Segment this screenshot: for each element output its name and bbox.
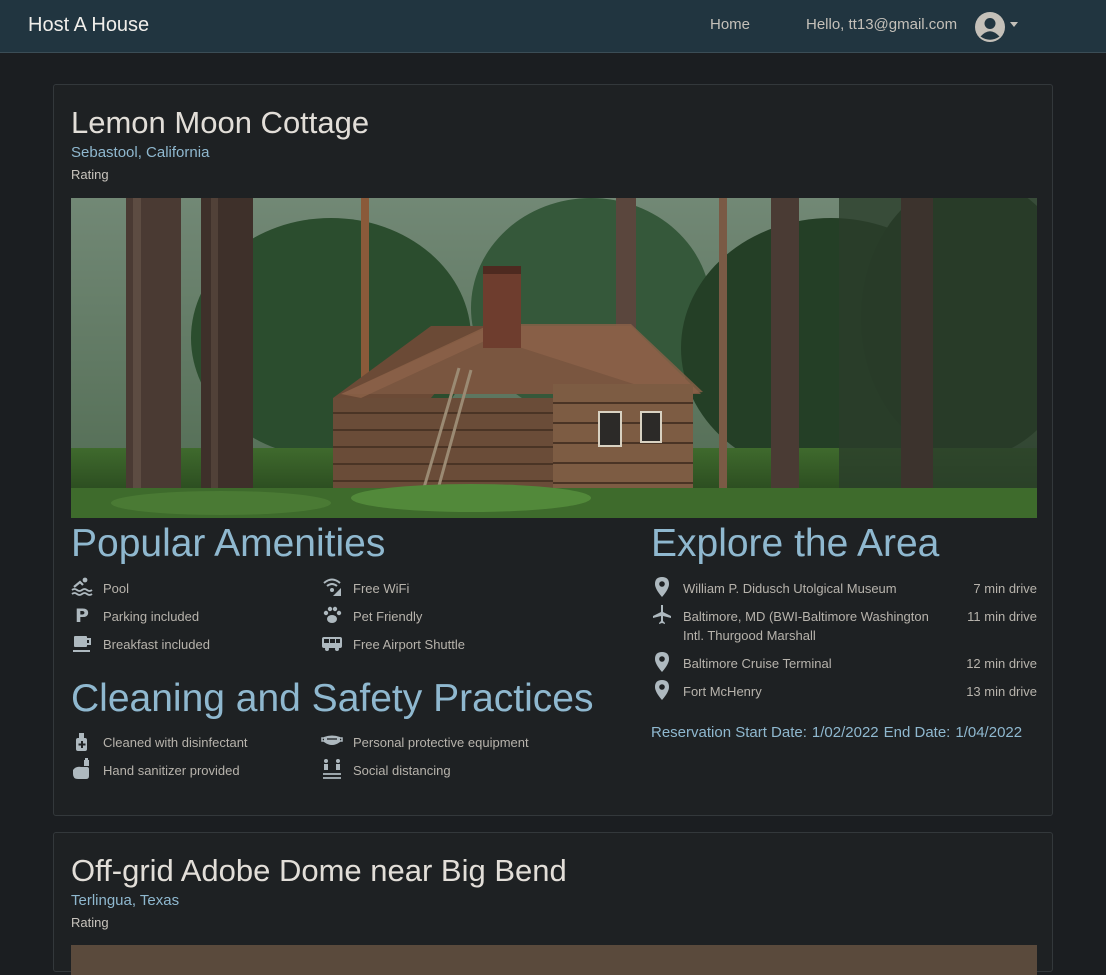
amenity-label: Parking included bbox=[103, 609, 200, 624]
listing-card: Lemon Moon Cottage Sebastool, California… bbox=[53, 84, 1053, 816]
nav-home-link[interactable]: Home bbox=[710, 16, 750, 33]
map-pin-icon bbox=[655, 680, 669, 700]
amenities-heading: Popular Amenities bbox=[71, 522, 386, 565]
place-distance: 11 min drive bbox=[967, 609, 1037, 624]
listing-photo bbox=[71, 198, 1037, 518]
listing-location: Terlingua, Texas bbox=[71, 892, 180, 909]
svg-text:P: P bbox=[75, 605, 89, 626]
map-pin-icon bbox=[655, 577, 669, 597]
explore-heading: Explore the Area bbox=[651, 522, 940, 565]
chevron-down-icon[interactable] bbox=[1010, 22, 1018, 27]
paw-icon bbox=[323, 606, 342, 623]
place-distance: 13 min drive bbox=[966, 684, 1037, 699]
hand-sanitizer-icon bbox=[73, 758, 89, 779]
cleaning-label: Cleaned with disinfectant bbox=[103, 735, 248, 750]
listing-card: Off-grid Adobe Dome near Big Bend Terlin… bbox=[53, 832, 1053, 975]
place-distance: 12 min drive bbox=[966, 656, 1037, 671]
place-name: Baltimore, MD (BWI-Baltimore Washington … bbox=[683, 609, 929, 643]
reservation-dates: Reservation Start Date: 1/02/2022 End Date… bbox=[651, 724, 1027, 741]
reservation-start-label: Reservation Start Date: bbox=[651, 724, 807, 741]
disinfectant-icon bbox=[76, 733, 87, 751]
place-name: Baltimore Cruise Terminal bbox=[683, 656, 832, 671]
coffee-icon bbox=[73, 636, 91, 652]
shuttle-icon bbox=[322, 637, 342, 651]
place-name: Fort McHenry bbox=[683, 684, 762, 699]
wifi-icon bbox=[323, 578, 341, 596]
place-distance: 7 min drive bbox=[973, 581, 1037, 596]
mask-icon bbox=[321, 735, 343, 745]
amenity-label: Free Airport Shuttle bbox=[353, 637, 465, 652]
listing-photo bbox=[71, 945, 1037, 975]
user-circle-icon[interactable] bbox=[975, 12, 1005, 42]
cleaning-label: Hand sanitizer provided bbox=[103, 763, 240, 778]
listing-title[interactable]: Lemon Moon Cottage bbox=[71, 105, 369, 141]
cleaning-label: Social distancing bbox=[353, 763, 451, 778]
listing-title[interactable]: Off-grid Adobe Dome near Big Bend bbox=[71, 853, 567, 889]
amenity-label: Breakfast included bbox=[103, 637, 210, 652]
reservation-end-date: 1/04/2022 bbox=[955, 724, 1023, 741]
reservation-end-label: End Date: bbox=[883, 724, 951, 741]
nearby-place: Baltimore, MD (BWI-Baltimore Washington … bbox=[651, 605, 1037, 649]
airplane-icon bbox=[653, 605, 671, 624]
cleaning-label: Personal protective equipment bbox=[353, 735, 529, 750]
amenity-label: Pool bbox=[103, 581, 130, 596]
amenity-label: Pet Friendly bbox=[353, 609, 423, 624]
listing-location: Sebastool, California bbox=[71, 144, 210, 161]
listing-rating: Rating bbox=[71, 167, 109, 182]
user-greeting[interactable]: Hello, tt13@gmail.com bbox=[806, 16, 957, 33]
amenity-label: Free WiFi bbox=[353, 581, 410, 596]
place-name: William P. Didusch Utolgical Museum bbox=[683, 581, 897, 596]
social-distancing-icon bbox=[323, 759, 341, 779]
parking-icon: P bbox=[75, 605, 89, 626]
brand-logo[interactable]: Host A House bbox=[28, 14, 149, 37]
pool-icon bbox=[71, 577, 93, 596]
map-pin-icon bbox=[655, 652, 669, 672]
cleaning-heading: Cleaning and Safety Practices bbox=[71, 677, 594, 720]
reservation-start-date: 1/02/2022 bbox=[811, 724, 879, 741]
listing-rating: Rating bbox=[71, 915, 109, 930]
top-navbar: Host A House Home Hello, tt13@gmail.com bbox=[0, 0, 1106, 53]
